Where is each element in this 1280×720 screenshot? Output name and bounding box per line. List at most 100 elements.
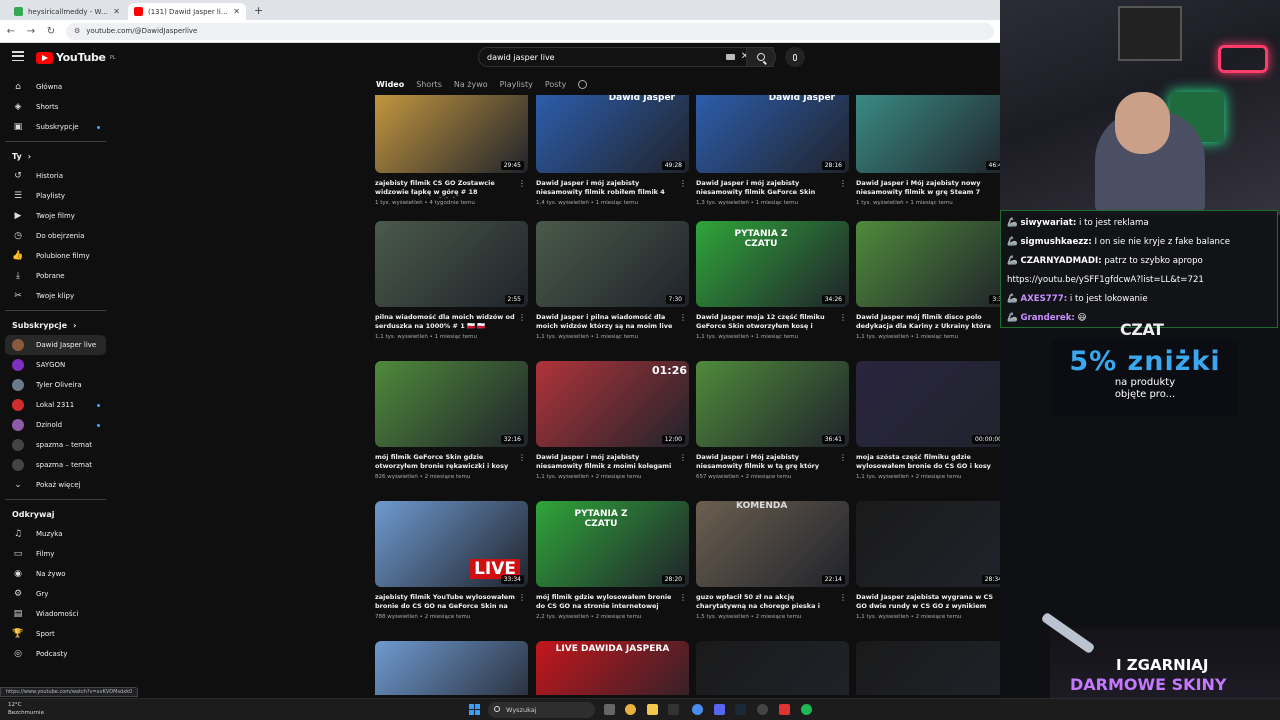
sidebar-channel-saygon[interactable]: SAYGON [0,355,118,375]
video-thumbnail[interactable]: PYTANIA Z CZATU 28:20 [536,501,689,587]
video-thumbnail[interactable]: LIVE DAWIDA JASPERA17:31 [536,641,689,695]
video-card[interactable]: 46:4⋮Dawid Jasper i Mój zajebisty nowy n… [856,95,1000,206]
video-thumbnail[interactable]: 7:30 [536,221,689,307]
file-explorer-icon[interactable] [647,704,658,715]
url-field[interactable]: ⚙ youtube.com/@DawidJasperlive [66,22,994,40]
new-tab-button[interactable]: + [248,4,269,20]
video-card[interactable]: 36:41 ⋮ Dawid Jasper i Mój zajebisty niesa… [696,361,849,480]
video-title[interactable]: Dawid Jasper moja 12 część filmiku GeFor… [696,313,849,332]
sidebar-item-my-videos[interactable]: ▶ Twoje filmy [0,206,118,226]
video-card[interactable]: LIVE 33:34 ⋮ zajebisty filmik YouTube wylos… [375,501,528,620]
more-options-icon[interactable]: ⋮ [839,453,847,462]
video-card[interactable]: 29:45 ⋮ zajebisty filmik CS GO Zostawcie w… [375,95,528,206]
video-title[interactable]: Dawid Jasper i mój zajebisty niesamowity… [696,179,849,198]
video-thumbnail[interactable]: 42:54 [696,641,849,695]
terminal-icon[interactable] [668,704,679,715]
sidebar-channel-dawid-jasper[interactable]: Dawid Jasper live [5,335,106,355]
video-thumbnail[interactable]: LIVE36:16 [375,641,528,695]
video-card[interactable]: PYTANIA Z CZATU 34:26 ⋮ Dawid Jasper moja 1… [696,221,849,340]
video-title[interactable]: Dawid Jasper i mój zajebisty niesamowity… [536,179,689,198]
video-title[interactable]: Dawid Jasper i Mój zajebisty niesamowity… [696,453,849,472]
sidebar-item-liked[interactable]: 👍 Polubione filmy [0,246,118,266]
video-title[interactable]: Dawid Jasper i mój zajebisty niesamowity… [536,453,689,472]
subscriptions-section-header[interactable]: Subskrypcje › [0,315,118,335]
windows-start-icon[interactable] [469,704,480,715]
menu-icon[interactable] [12,51,24,61]
sidebar-item-films[interactable]: ▭ Filmy [0,544,118,564]
sidebar-item-playlists[interactable]: ☰ Playlisty [0,186,118,206]
obs-icon[interactable] [757,704,768,715]
sidebar-item-news[interactable]: ▤ Wiadomości [0,604,118,624]
video-thumbnail[interactable]: Dawid Jasper 28:16 [696,95,849,173]
reload-icon[interactable]: ↻ [46,26,56,37]
video-thumbnail[interactable]: 36:41 [696,361,849,447]
steam-icon[interactable] [735,704,746,715]
tab-kick[interactable]: heysiricallmeddy - Watch clips... ✕ [8,3,126,20]
show-more-button[interactable]: ⌄ Pokaż więcej [0,475,118,495]
video-thumbnail[interactable]: 01:26 12:00 [536,361,689,447]
more-options-icon[interactable]: ⋮ [518,593,526,602]
sidebar-item-podcasts[interactable]: ◎ Podcasty [0,644,118,664]
video-title[interactable]: zajebisty filmik YouTube wylosowałem bro… [375,593,528,612]
more-options-icon[interactable]: ⋮ [839,593,847,602]
you-section-header[interactable]: Ty › [0,146,118,166]
video-thumbnail[interactable]: 00:00:00 [856,361,1000,447]
more-options-icon[interactable]: ⋮ [679,593,687,602]
video-card[interactable]: 41:53⋮zajebisty niesamowity filmik w grę… [856,641,1000,695]
video-card[interactable]: LIVE DAWIDA JASPERA17:31⋮Dawid Jasper i … [536,641,689,695]
video-thumbnail[interactable]: 2:55 [375,221,528,307]
sidebar-item-history[interactable]: ↺ Historia [0,166,118,186]
tab-playlists[interactable]: Playlisty [500,80,533,89]
video-thumbnail[interactable]: Dawid Jasper 49:28 [536,95,689,173]
app-icon[interactable] [779,704,790,715]
sidebar-item-live[interactable]: ◉ Na żywo [0,564,118,584]
video-thumbnail[interactable]: PYTANIA Z CZATU 34:26 [696,221,849,307]
video-title[interactable]: mój filmik gdzie wylosowałem bronie do C… [536,593,689,612]
tab-youtube[interactable]: (131) Dawid Jasper live - YouTu... ✕ [128,3,246,20]
sidebar-channel-lokal[interactable]: Lokal 2311 [0,395,118,415]
back-arrow-icon[interactable]: ← [6,26,16,37]
video-card[interactable]: 00:00:00⋮moja szósta część filmiku gdzie… [856,361,1000,480]
more-options-icon[interactable]: ⋮ [839,179,847,188]
video-title[interactable]: Dawid Jasper i Mój zajebisty nowy niesam… [856,179,1000,198]
more-options-icon[interactable]: ⋮ [679,453,687,462]
weather-widget[interactable]: 12°C Bezchmurnie [8,701,44,717]
video-card[interactable]: 32:16 ⋮ mój filmik GeForce Skin gdzie otwo… [375,361,528,480]
taskbar-search-input[interactable]: Wyszukaj [488,702,595,718]
video-thumbnail[interactable]: 41:53 [856,641,1000,695]
video-thumbnail[interactable]: 3:3 [856,221,1000,307]
video-thumbnail[interactable]: 29:45 [375,95,528,173]
search-button[interactable] [746,47,776,67]
more-options-icon[interactable]: ⋮ [679,313,687,322]
video-thumbnail[interactable]: KOMENDA 22:14 [696,501,849,587]
sidebar-channel-tyler[interactable]: Tyler Oliveira [0,375,118,395]
task-view-icon[interactable] [604,704,615,715]
sidebar-item-shorts[interactable]: ◈ Shorts [0,97,118,117]
sidebar-item-sport[interactable]: 🏆 Sport [0,624,118,644]
tab-videos[interactable]: Wideo [376,80,404,89]
more-options-icon[interactable]: ⋮ [518,179,526,188]
tab-live[interactable]: Na żywo [454,80,488,89]
video-title[interactable]: moja szósta część filmiku gdzie wylosowa… [856,453,1000,472]
chrome-active-icon[interactable] [692,704,703,715]
sidebar-channel-spazma[interactable]: spazma – temat [0,435,118,455]
video-card[interactable]: 28:34⋮Dawid Jasper zajebista wygrana w C… [856,501,1000,620]
video-card[interactable]: Dawid Jasper 28:16 ⋮ Dawid Jasper i mój zaj… [696,95,849,206]
sidebar-item-home[interactable]: ⌂ Główna [0,77,118,97]
chrome-icon[interactable] [625,704,636,715]
video-card[interactable]: 42:54⋮zajebista niesamowita druga część … [696,641,849,695]
video-title[interactable]: Dawid Jasper mój filmik disco polo dedyk… [856,313,1000,332]
video-title[interactable]: mój filmik GeForce Skin gdzie otworzyłem… [375,453,528,472]
video-thumbnail[interactable]: 32:16 [375,361,528,447]
sidebar-item-downloads[interactable]: ⤓ Pobrane [0,266,118,286]
video-title[interactable]: guzo wpłacił 50 zł na akcję charytatywną… [696,593,849,612]
sidebar-item-watch-later[interactable]: ◷ Do obejrzenia [0,226,118,246]
sidebar-item-music[interactable]: ♫ Muzyka [0,524,118,544]
more-options-icon[interactable]: ⋮ [518,453,526,462]
video-title[interactable]: zajebisty filmik CS GO Zostawcie widzowi… [375,179,528,198]
video-title[interactable]: Dawid Jasper zajebista wygrana w CS GO d… [856,593,1000,612]
video-card[interactable]: LIVE36:16⋮Dawid Jasper niesamowita zajeb… [375,641,528,695]
tab-shorts[interactable]: Shorts [416,80,442,89]
sidebar-item-clips[interactable]: ✂ Twoje klipy [0,286,118,306]
keyboard-icon[interactable] [726,54,735,60]
